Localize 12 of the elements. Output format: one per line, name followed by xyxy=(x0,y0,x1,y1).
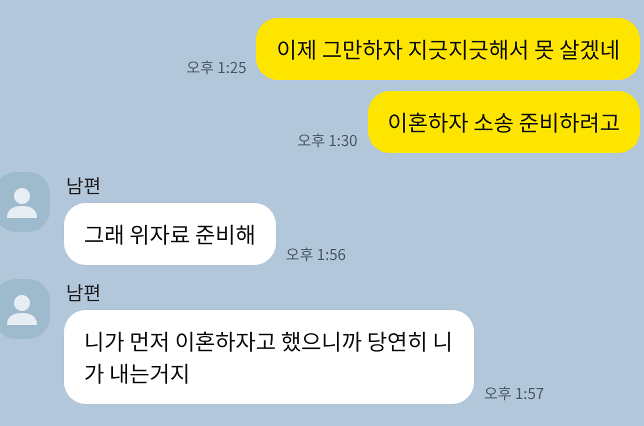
avatar-icon xyxy=(0,279,50,339)
avatar-icon xyxy=(0,172,50,232)
message-bubble: 그래 위자료 준비해 xyxy=(64,203,276,265)
message-time: 오후 1:30 xyxy=(297,130,358,151)
sender-name: 남편 xyxy=(66,279,102,306)
message-time: 오후 1:56 xyxy=(286,244,346,265)
message-time: 오후 1:25 xyxy=(186,57,246,78)
message-bubble: 니가 먼저 이혼하자고 했으니까 당연히 니가 내는거지 xyxy=(64,310,474,404)
message-bubble: 이혼하자 소송 준비하려고 xyxy=(368,91,640,153)
message-time: 오후 1:57 xyxy=(484,383,544,404)
sender-name: 남편 xyxy=(66,172,102,199)
message-bubble: 이제 그만하자 지긋지긋해서 못 살겠네 xyxy=(256,18,640,80)
